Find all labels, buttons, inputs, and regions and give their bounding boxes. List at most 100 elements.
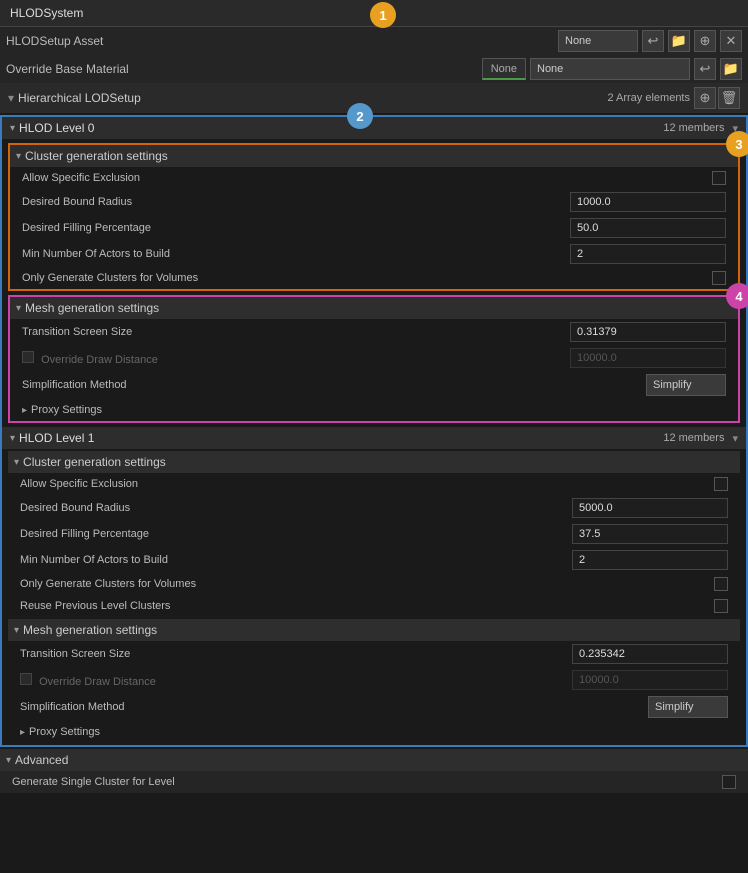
filling-pct-row-1: Desired Filling Percentage xyxy=(8,521,740,547)
mesh-label-0: Mesh generation settings xyxy=(25,301,159,315)
hierarchical-arrow[interactable]: ▾ xyxy=(8,91,14,105)
none-button[interactable]: None xyxy=(482,58,526,80)
proxy-settings-row-0[interactable]: ▸ Proxy Settings xyxy=(10,399,738,421)
override-draw-checkbox-0[interactable] xyxy=(22,351,34,363)
simplification-dropdown-0[interactable]: Simplify xyxy=(646,374,726,396)
filling-pct-input-0[interactable] xyxy=(570,218,726,238)
min-actors-input-1[interactable] xyxy=(572,550,728,570)
back2-icon[interactable]: ↩ xyxy=(694,58,716,80)
transition-size-row-1: Transition Screen Size xyxy=(8,641,740,667)
window-title: HLODSystem xyxy=(10,6,83,20)
proxy-label-0: Proxy Settings xyxy=(31,404,102,416)
proxy-label-1: Proxy Settings xyxy=(29,726,100,738)
cluster-arrow-1: ▾ xyxy=(14,457,19,468)
proxy-settings-row-1[interactable]: ▸ Proxy Settings xyxy=(8,721,740,743)
mesh-section-header-0[interactable]: ▾ Mesh generation settings xyxy=(10,297,738,319)
back-icon[interactable]: ↩ xyxy=(642,30,664,52)
hlod1-expand-icon[interactable]: ▾ xyxy=(732,432,738,445)
bound-radius-row-0: Desired Bound Radius xyxy=(10,189,738,215)
hlod-setup-asset-controls: None ↩ 📁 ⊕ ✕ xyxy=(558,30,742,52)
filling-pct-label-1: Desired Filling Percentage xyxy=(20,528,572,540)
allow-exclusion-checkbox-0[interactable] xyxy=(712,171,726,185)
only-clusters-label-0: Only Generate Clusters for Volumes xyxy=(22,272,712,284)
mesh-section-header-1[interactable]: ▾ Mesh generation settings xyxy=(8,619,740,641)
close-icon[interactable]: ✕ xyxy=(720,30,742,52)
override-draw-checkbox-1[interactable] xyxy=(20,673,32,685)
bound-radius-row-1: Desired Bound Radius xyxy=(8,495,740,521)
simplification-dropdown-1[interactable]: Simplify xyxy=(648,696,728,718)
bound-radius-input-1[interactable] xyxy=(572,498,728,518)
allow-exclusion-label-0: Allow Specific Exclusion xyxy=(22,172,712,184)
array-delete-icon[interactable]: 🗑 xyxy=(718,87,740,109)
only-clusters-checkbox-1[interactable] xyxy=(714,577,728,591)
override-base-label: Override Base Material xyxy=(6,62,482,76)
override-dropdown[interactable]: None xyxy=(530,58,690,80)
array-add-icon[interactable]: ⊕ xyxy=(694,87,716,109)
override-controls: None None ↩ 📁 xyxy=(482,58,742,80)
generate-cluster-checkbox[interactable] xyxy=(722,775,736,789)
filling-pct-input-1[interactable] xyxy=(572,524,728,544)
min-actors-row-0: Min Number Of Actors to Build xyxy=(10,241,738,267)
hierarchical-header: ▾ Hierarchical LODSetup 2 Array elements… xyxy=(0,83,748,113)
browse-icon[interactable]: 📁 xyxy=(668,30,690,52)
bound-radius-input-0[interactable] xyxy=(570,192,726,212)
cluster-arrow-0: ▾ xyxy=(16,151,21,162)
array-controls: ⊕ 🗑 xyxy=(694,87,740,109)
title-bar: HLODSystem 1 xyxy=(0,0,748,27)
min-actors-label-1: Min Number Of Actors to Build xyxy=(20,554,572,566)
only-clusters-label-1: Only Generate Clusters for Volumes xyxy=(20,578,714,590)
generate-cluster-label: Generate Single Cluster for Level xyxy=(12,776,722,788)
hlod1-members: 12 members xyxy=(663,432,724,444)
hlod-level-1-header[interactable]: ▾ HLOD Level 1 12 members ▾ xyxy=(2,427,746,449)
advanced-header[interactable]: ▾ Advanced xyxy=(0,749,748,771)
badge-4: 4 xyxy=(726,283,748,309)
override-draw-label-0: Override Draw Distance xyxy=(22,351,570,366)
transition-size-input-1[interactable] xyxy=(572,644,728,664)
hlod0-label: HLOD Level 0 xyxy=(19,121,663,135)
simplification-select-wrapper-0: Simplify xyxy=(646,374,726,396)
hierarchical-label: Hierarchical LODSetup xyxy=(18,91,607,105)
cluster-section-header-0[interactable]: ▾ Cluster generation settings xyxy=(10,145,738,167)
override-base-material-row: Override Base Material None None ↩ 📁 xyxy=(0,55,748,83)
badge-3: 3 xyxy=(726,131,748,157)
override-draw-row-0: Override Draw Distance xyxy=(10,345,738,371)
allow-exclusion-label-1: Allow Specific Exclusion xyxy=(20,478,714,490)
transition-size-input-0[interactable] xyxy=(570,322,726,342)
mesh-settings-box-0: 4 ▾ Mesh generation settings Transition … xyxy=(8,295,740,423)
hlod-level-0-header[interactable]: ▾ HLOD Level 0 12 members ▾ xyxy=(2,117,746,139)
allow-exclusion-checkbox-1[interactable] xyxy=(714,477,728,491)
allow-exclusion-row-0: Allow Specific Exclusion xyxy=(10,167,738,189)
advanced-label: Advanced xyxy=(15,753,68,767)
simplification-label-0: Simplification Method xyxy=(22,379,646,391)
cluster-section-header-1[interactable]: ▾ Cluster generation settings xyxy=(8,451,740,473)
mesh-arrow-1: ▾ xyxy=(14,625,19,636)
browse2-icon[interactable]: 📁 xyxy=(720,58,742,80)
transition-size-label-1: Transition Screen Size xyxy=(20,648,572,660)
transition-size-label-0: Transition Screen Size xyxy=(22,326,570,338)
min-actors-input-0[interactable] xyxy=(570,244,726,264)
array-count: 2 Array elements xyxy=(607,92,690,104)
simplification-label-1: Simplification Method xyxy=(20,701,648,713)
simplification-method-row-1: Simplification Method Simplify xyxy=(8,693,740,721)
simplification-method-row-0: Simplification Method Simplify xyxy=(10,371,738,399)
add-icon[interactable]: ⊕ xyxy=(694,30,716,52)
override-draw-label-1: Override Draw Distance xyxy=(20,673,572,688)
cluster-settings-container-1: ▾ Cluster generation settings Allow Spec… xyxy=(8,451,740,617)
only-clusters-row-0: Only Generate Clusters for Volumes xyxy=(10,267,738,289)
only-clusters-checkbox-0[interactable] xyxy=(712,271,726,285)
simplification-select-wrapper-1: Simplify xyxy=(648,696,728,718)
filling-pct-row-0: Desired Filling Percentage xyxy=(10,215,738,241)
hlod0-arrow: ▾ xyxy=(10,123,15,134)
hlod-setup-asset-dropdown[interactable]: None xyxy=(558,30,638,52)
reuse-previous-label-1: Reuse Previous Level Clusters xyxy=(20,600,714,612)
bound-radius-label-1: Desired Bound Radius xyxy=(20,502,572,514)
generate-cluster-row: Generate Single Cluster for Level xyxy=(0,771,748,793)
reuse-previous-checkbox-1[interactable] xyxy=(714,599,728,613)
hlod-setup-asset-label: HLODSetup Asset xyxy=(6,34,558,48)
reuse-previous-row-1: Reuse Previous Level Clusters xyxy=(8,595,740,617)
bound-radius-label-0: Desired Bound Radius xyxy=(22,196,570,208)
hlod-outer-container: 2 ▾ HLOD Level 0 12 members ▾ 3 ▾ Cluste… xyxy=(0,115,748,747)
hlod1-arrow: ▾ xyxy=(10,433,15,444)
only-clusters-row-1: Only Generate Clusters for Volumes xyxy=(8,573,740,595)
mesh-settings-container-1: ▾ Mesh generation settings Transition Sc… xyxy=(8,619,740,743)
